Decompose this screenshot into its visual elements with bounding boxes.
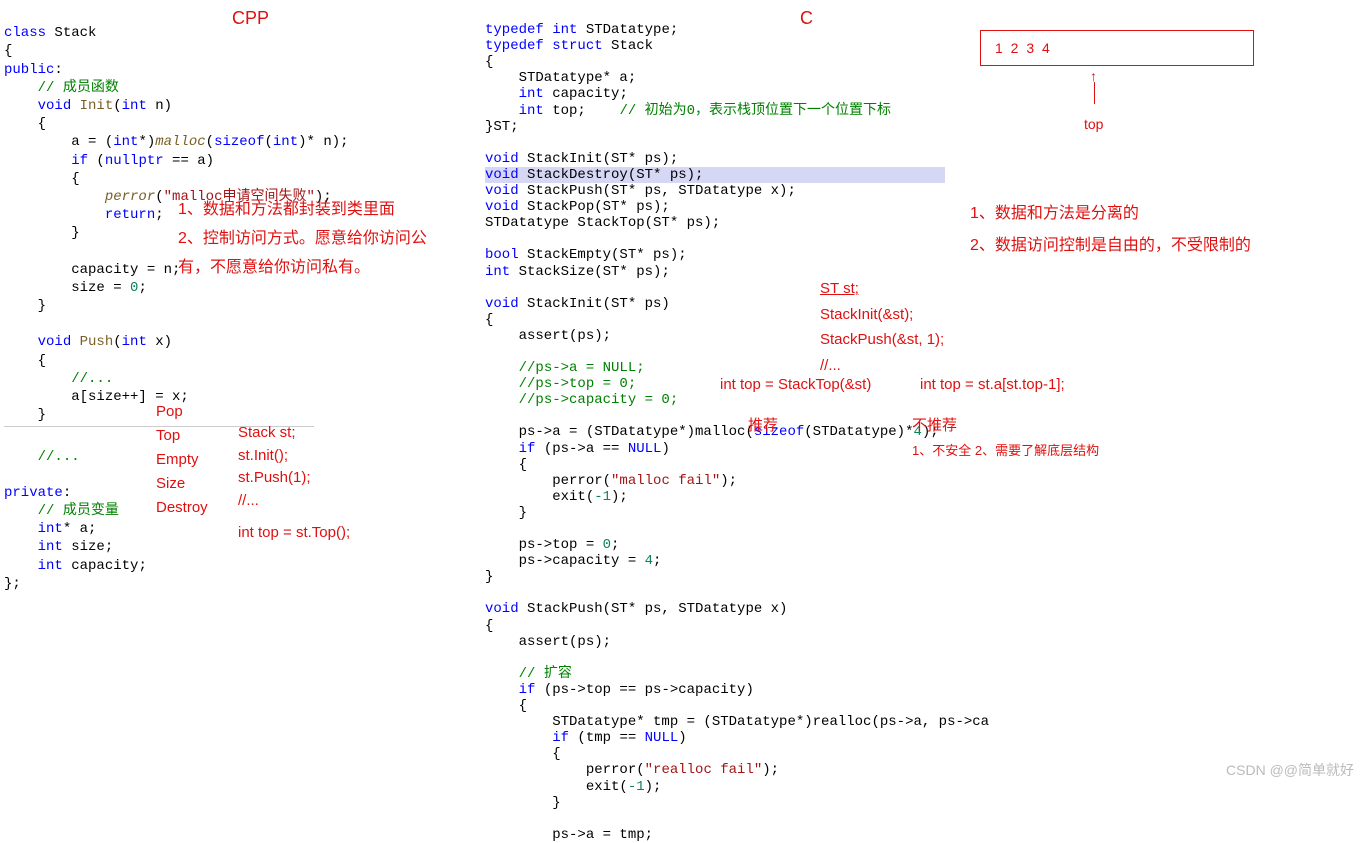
cpp-usage-example: Stack st; st.Init(); st.Push(1); //... i… — [238, 422, 350, 545]
c-usage-example: ST st; StackInit(&st); StackPush(&st, 1)… — [820, 276, 944, 378]
cpp-label: CPP — [232, 8, 269, 29]
cpp-anno-2: 2、控制访问方式。愿意给你访问公有，不愿意给你访问私有。 — [178, 225, 458, 283]
good-access: int top = StackTop(&st) — [720, 376, 871, 393]
arrow-up-icon: ↑ — [1090, 68, 1097, 104]
c-anno-1: 1、数据和方法是分离的 — [970, 198, 1251, 230]
private-keyword: private — [4, 485, 63, 501]
cpp-anno-1: 1、数据和方法都封装到类里面 — [178, 196, 458, 225]
cpp-method-list: Pop Top Empty Size Destroy — [156, 400, 208, 520]
recommend-label: 推荐 — [748, 414, 778, 435]
not-recommend-label: 不推荐 — [912, 414, 957, 435]
stack-items: 1 2 3 4 — [995, 40, 1052, 56]
c-anno-2: 2、数据访问控制是自由的，不受限制的 — [970, 230, 1251, 262]
cpp-annotation: 1、数据和方法都封装到类里面 2、控制访问方式。愿意给你访问公有，不愿意给你访问… — [178, 196, 458, 282]
highlighted-line: void StackDestroy(ST* ps); — [485, 167, 945, 183]
bad-access: int top = st.a[st.top-1]; — [920, 376, 1065, 393]
c-annotation: 1、数据和方法是分离的 2、数据访问控制是自由的，不受限制的 — [970, 198, 1251, 262]
comment-member-func: // 成员函数 — [38, 80, 119, 96]
top-label: top — [1084, 116, 1103, 132]
public-keyword: public — [4, 62, 54, 78]
stack-visual-box: 1 2 3 4 — [980, 30, 1254, 66]
comment-member-var: // 成员变量 — [38, 503, 119, 519]
reason-text: 1、不安全 2、需要了解底层结构 — [912, 440, 1099, 459]
csdn-watermark: CSDN @@简单就好 — [1226, 760, 1354, 780]
